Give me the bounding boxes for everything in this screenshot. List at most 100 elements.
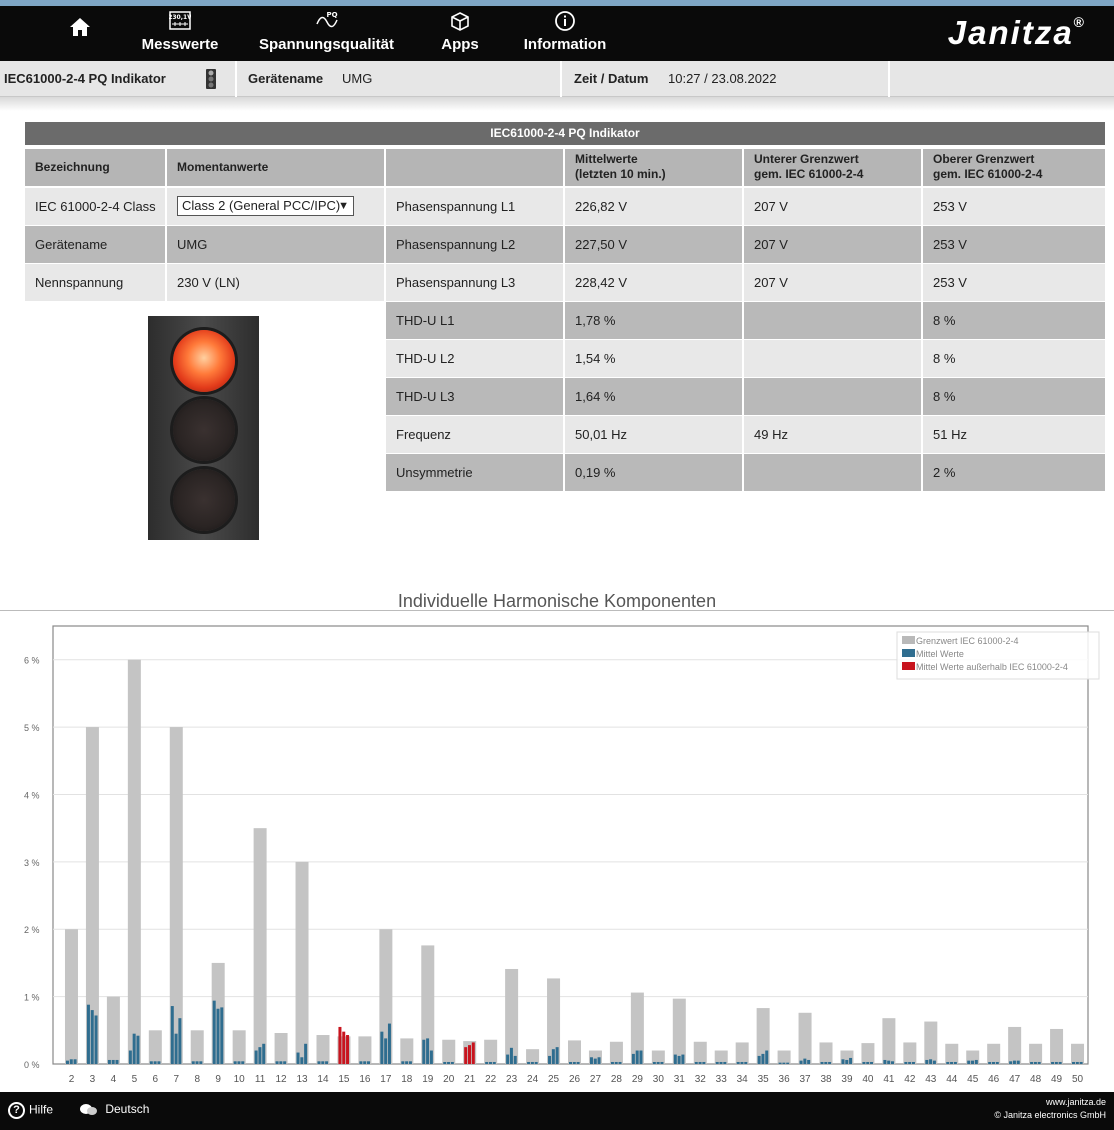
row-mean: 226,82 V — [565, 188, 742, 225]
harmonics-chart: 0 %1 %2 %3 %4 %5 %6 %2 3 4 5 6 7 8 9 10 11 12 13 14 1… — [24, 625, 1100, 1085]
x-tick-label: 12 — [276, 1074, 288, 1085]
nav-spannungsqualitaet[interactable]: PQ Spannungsqualität — [254, 10, 399, 53]
mean-bar — [1054, 1061, 1058, 1064]
header-shadow — [0, 97, 1114, 111]
limit-bar — [358, 1036, 372, 1064]
mean-bar — [883, 1059, 887, 1064]
home-button[interactable] — [60, 10, 100, 36]
mean-bar — [673, 1054, 677, 1064]
mean-bar — [426, 1038, 430, 1064]
x-tick-label: 41 — [883, 1074, 895, 1085]
legend-swatch — [902, 636, 915, 644]
mean-bar — [275, 1061, 279, 1064]
row-upper: 2 % — [923, 454, 1105, 491]
mean-bar-out-of-limit — [346, 1035, 350, 1064]
limit-bar — [232, 1030, 246, 1064]
mean-bar-out-of-limit — [338, 1026, 342, 1064]
mean-bar — [1030, 1061, 1034, 1064]
traffic-light-green-lamp — [173, 469, 235, 531]
legend-swatch — [902, 649, 915, 657]
mean-bar — [639, 1050, 643, 1064]
home-icon — [60, 10, 100, 36]
x-tick-label: 32 — [695, 1074, 707, 1085]
footer-site-link[interactable]: www.janitza.de — [994, 1096, 1106, 1109]
header-empty — [386, 149, 563, 186]
x-tick-label: 48 — [1030, 1074, 1042, 1085]
x-tick-label: 3 — [90, 1074, 96, 1085]
mean-bar — [631, 1053, 635, 1064]
table-row: Phasenspannung L1 226,82 V 207 V 253 V — [25, 188, 1105, 225]
janitza-logo: Janitza® — [947, 14, 1086, 51]
mean-bar — [589, 1057, 593, 1064]
nav-information[interactable]: Information — [520, 10, 610, 53]
x-tick-label: 33 — [716, 1074, 728, 1085]
mean-bar — [447, 1061, 451, 1064]
mean-bar — [576, 1061, 580, 1064]
row-lower: 207 V — [744, 264, 921, 301]
table-header-row: Bezeichnung Momentanwerte Mittelwerte (le… — [25, 149, 1105, 186]
language-button[interactable]: Deutsch — [80, 1102, 149, 1117]
row-upper: 253 V — [923, 264, 1105, 301]
mean-bar-out-of-limit — [468, 1045, 472, 1064]
mean-bar — [530, 1061, 534, 1064]
mean-bar — [803, 1058, 807, 1064]
y-tick-label: 4 % — [24, 790, 40, 800]
row-upper: 253 V — [923, 226, 1105, 263]
mean-bar — [841, 1059, 845, 1064]
limit-bar — [924, 1021, 938, 1064]
mean-bar — [384, 1038, 388, 1064]
x-tick-label: 36 — [779, 1074, 791, 1085]
row-lower: 49 Hz — [744, 416, 921, 453]
mean-bar-out-of-limit — [342, 1031, 346, 1064]
mean-bar — [702, 1061, 706, 1064]
x-tick-label: 35 — [758, 1074, 770, 1085]
x-tick-label: 21 — [464, 1074, 476, 1085]
row-upper: 8 % — [923, 340, 1105, 377]
mean-bar — [300, 1057, 304, 1064]
mean-bar — [401, 1061, 405, 1064]
mean-bar — [870, 1061, 874, 1064]
mean-bar — [614, 1061, 618, 1064]
plot-frame — [52, 625, 1089, 1065]
mean-bar — [408, 1061, 412, 1064]
mean-bar — [610, 1061, 614, 1064]
row-upper: 8 % — [923, 378, 1105, 415]
row-lower — [744, 378, 921, 415]
mean-bar — [555, 1047, 559, 1064]
limit-bar — [903, 1042, 917, 1064]
x-tick-label: 38 — [820, 1074, 832, 1085]
mean-bar — [1075, 1061, 1079, 1064]
row-lower — [744, 340, 921, 377]
nav-apps[interactable]: Apps — [432, 10, 488, 53]
mean-bar — [157, 1061, 161, 1064]
mean-bar — [450, 1061, 454, 1064]
table-title: IEC61000-2-4 PQ Indikator — [25, 122, 1105, 145]
help-button[interactable]: ? Hilfe — [8, 1102, 53, 1119]
mean-bar — [778, 1062, 782, 1064]
mean-bar — [262, 1043, 266, 1064]
mean-bar — [254, 1050, 258, 1064]
x-tick-label: 31 — [674, 1074, 686, 1085]
mean-bar — [509, 1047, 513, 1064]
mean-bar — [597, 1057, 601, 1064]
mean-bar — [991, 1061, 995, 1064]
footer: ? Hilfe Deutsch www.janitza.de © Janitza … — [0, 1092, 1114, 1130]
mean-bar — [681, 1054, 685, 1064]
row-mean: 0,19 % — [565, 454, 742, 491]
row-name: THD-U L1 — [386, 302, 563, 339]
limit-bar — [316, 1035, 330, 1064]
mean-bar — [740, 1061, 744, 1064]
x-tick-label: 46 — [988, 1074, 1000, 1085]
mean-bar — [950, 1061, 954, 1064]
x-tick-label: 24 — [527, 1074, 539, 1085]
row-name: Phasenspannung L2 — [386, 226, 563, 263]
limit-bar — [693, 1041, 707, 1064]
limit-bar — [861, 1043, 875, 1064]
row-upper: 253 V — [923, 188, 1105, 225]
mean-bar — [279, 1061, 283, 1064]
x-tick-label: 19 — [422, 1074, 434, 1085]
x-tick-label: 8 — [194, 1074, 200, 1085]
nav-messwerte[interactable]: 230,1V Messwerte — [130, 10, 230, 53]
mean-bar — [1072, 1061, 1076, 1064]
mean-bar — [932, 1060, 936, 1064]
